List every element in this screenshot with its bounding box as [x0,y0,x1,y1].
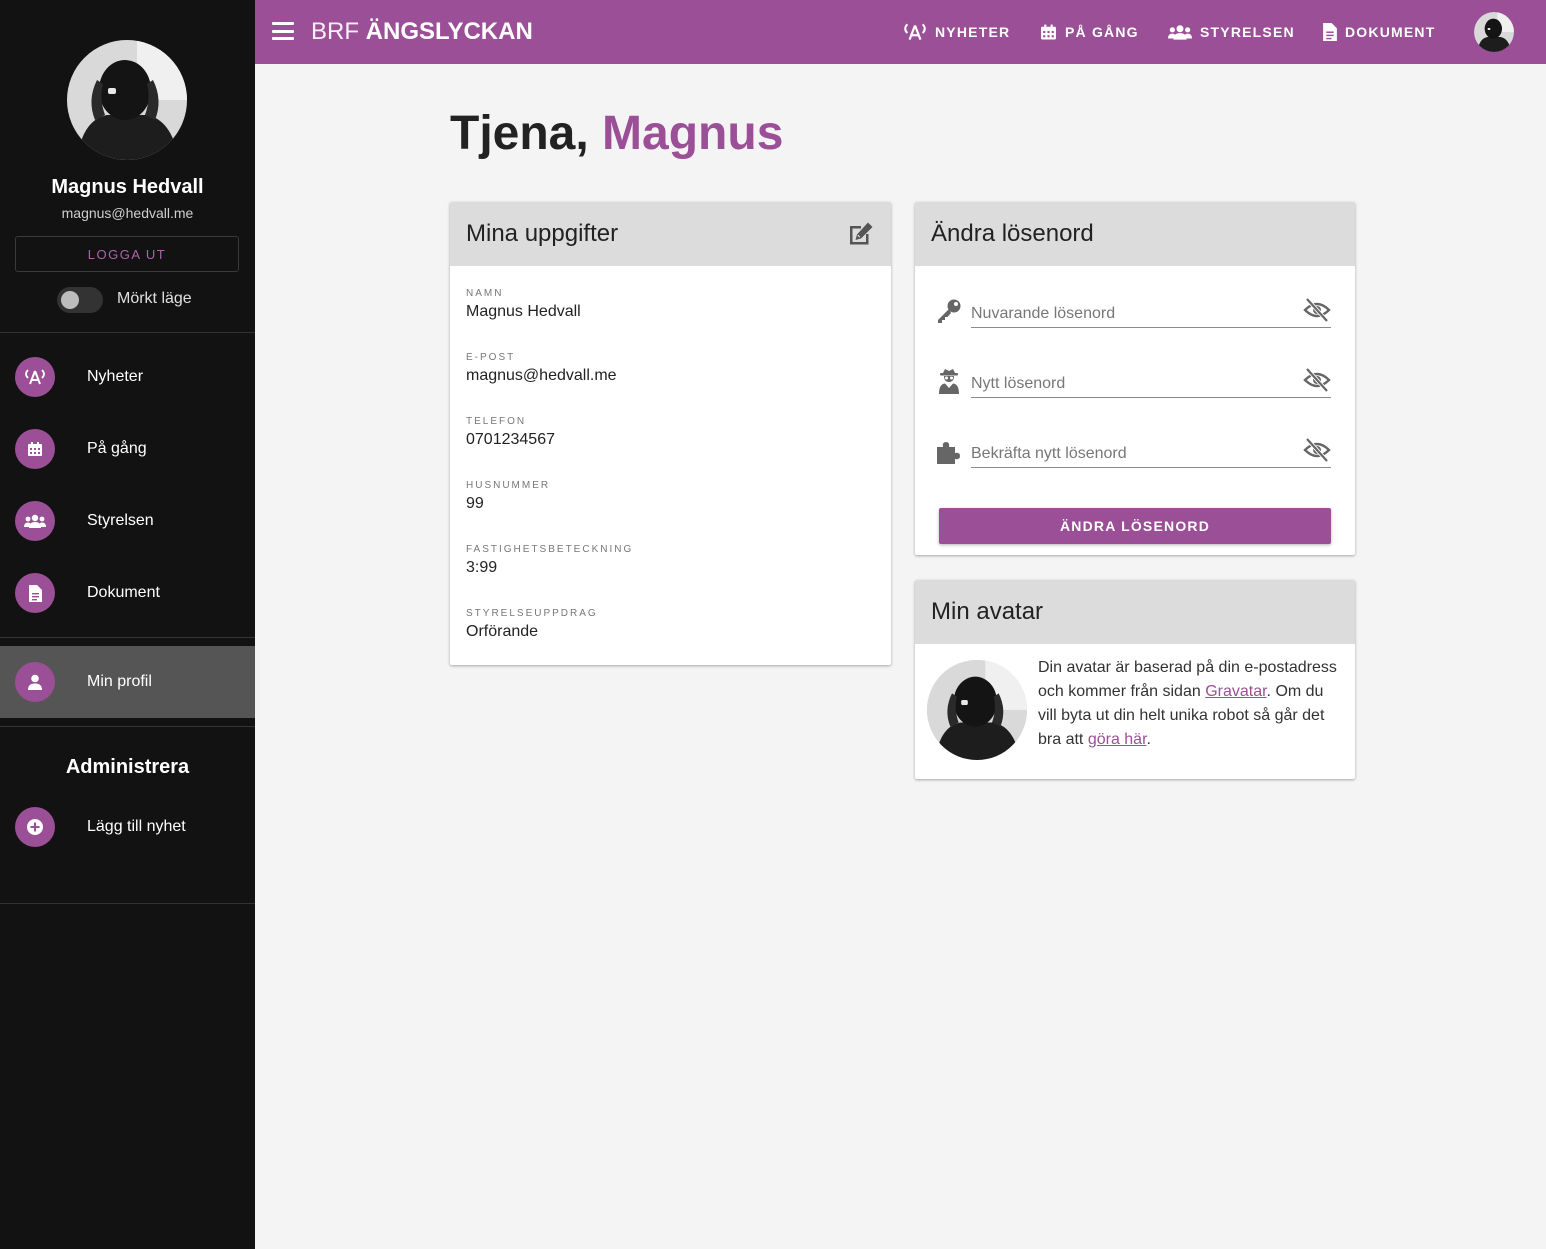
menu-icon[interactable] [272,22,294,40]
new-password-row [935,364,1331,404]
avatar-image [927,660,1027,760]
confirm-password-input[interactable] [971,434,1331,468]
avatar-text-3: . [1146,731,1151,748]
avatar-card: Min avatar Din avatar är baserad på din … [915,580,1355,779]
confirm-password-row [935,434,1331,474]
sidebar-user-name: Magnus Hedvall [51,176,204,198]
change-avatar-link[interactable]: göra här [1088,731,1147,748]
topnav-styrelsen[interactable]: STYRELSEN [1168,0,1295,64]
sidebar-profile: Magnus Hedvall magnus@hedvall.me LOGGA U… [0,0,255,333]
card-title: Ändra lösenord [931,220,1094,247]
sidebar-item-label: Lägg till nyhet [87,818,186,835]
field-board-role: STYRELSEUPPDRAG Orförande [466,608,598,641]
current-password-input[interactable] [971,294,1331,328]
details-card: Mina uppgifter NAMN Magnus Hedvall E-POS… [450,202,891,665]
sidebar-item-nyheter[interactable]: Nyheter [0,341,255,413]
field-property: FASTIGHETSBETECKNING 3:99 [466,544,633,577]
edit-icon[interactable] [847,221,875,247]
field-label: TELEFON [466,416,527,427]
card-title: Mina uppgifter [466,220,619,247]
dark-mode-toggle[interactable] [57,286,105,314]
sidebar-item-min-profil[interactable]: Min profil [0,646,255,718]
field-value: 3:99 [466,559,498,576]
current-password-row [935,294,1331,334]
eye-slash-icon[interactable] [1303,367,1331,393]
key-icon [938,299,961,323]
sidebar-item-label: Styrelsen [87,512,154,529]
sidebar-user-email: magnus@hedvall.me [61,205,194,221]
field-label: STYRELSEUPPDRAG [466,608,598,619]
sidebar-item-label: På gång [87,440,147,457]
field-name: NAMN Magnus Hedvall [466,288,581,321]
page-title: Tjena, Magnus [450,106,783,161]
field-value: 99 [466,495,484,512]
broadcast-icon [15,357,55,397]
user-secret-icon [939,369,959,394]
card-title: Min avatar [931,598,1044,625]
topnav-label: NYHETER [935,24,1011,40]
field-label: E-POST [466,352,516,363]
field-phone: TELEFON 0701234567 [466,416,555,449]
topnav-label: DOKUMENT [1345,24,1436,40]
puzzle-icon [937,442,960,464]
admin-section-title: Administrera [65,756,190,778]
sidebar-item-styrelsen[interactable]: Styrelsen [0,485,255,557]
eye-slash-icon[interactable] [1303,297,1331,323]
dark-mode-label: Mörkt läge [117,290,192,307]
sidebar-item-label: Nyheter [87,368,144,385]
field-value: Magnus Hedvall [466,303,581,320]
sidebar-divider [0,726,255,727]
gravatar-link[interactable]: Gravatar [1205,683,1266,700]
password-card: Ändra lösenord ÄNDRA LÖSENORD [915,202,1355,555]
logout-button[interactable]: LOGGA UT [15,236,239,272]
brand-logo[interactable]: BRF ÄNGSLYCKAN [311,18,533,46]
sidebar-avatar [67,40,187,160]
greeting-prefix: Tjena, [450,107,603,160]
calendar-icon [15,429,55,469]
topnav-label: PÅ GÅNG [1065,24,1139,40]
sidebar-item-lagg-till-nyhet[interactable]: Lägg till nyhet [0,791,255,863]
sidebar: Magnus Hedvall magnus@hedvall.me LOGGA U… [0,0,255,1249]
change-password-button[interactable]: ÄNDRA LÖSENORD [939,508,1331,544]
top-app-bar: BRF ÄNGSLYCKAN NYHETER PÅ GÅNG STYRELSEN… [255,0,1546,64]
field-label: FASTIGHETSBETECKNING [466,544,634,555]
new-password-input[interactable] [971,364,1331,398]
plus-circle-icon [15,807,55,847]
avatar-description: Din avatar är baserad på din e-postadres… [1038,656,1340,752]
field-value: magnus@hedvall.me [466,367,617,384]
eye-slash-icon[interactable] [1303,437,1331,463]
sidebar-item-label: Dokument [87,584,160,601]
top-avatar[interactable] [1474,12,1514,52]
users-icon [15,501,55,541]
field-label: NAMN [466,288,504,299]
calendar-icon [1041,24,1056,40]
sidebar-divider [0,903,255,904]
sidebar-item-label: Min profil [87,673,152,690]
user-icon [15,662,55,702]
field-house-number: HUSNUMMER 99 [466,480,550,513]
topnav-dokument[interactable]: DOKUMENT [1323,0,1435,64]
topnav-pa-gang[interactable]: PÅ GÅNG [1040,0,1139,64]
card-header: Min avatar [915,580,1355,644]
greeting-name: Magnus [602,107,784,160]
field-value: 0701234567 [466,431,555,448]
brand-name: ÄNGSLYCKAN [365,18,533,45]
broadcast-icon [904,23,926,41]
sidebar-item-dokument[interactable]: Dokument [0,557,255,629]
topnav-label: STYRELSEN [1200,24,1295,40]
field-value: Orförande [466,623,539,640]
card-header: Mina uppgifter [450,202,891,266]
sidebar-item-pa-gang[interactable]: På gång [0,413,255,485]
users-icon [1168,25,1192,40]
document-icon [15,573,55,613]
field-email: E-POST magnus@hedvall.me [466,352,617,385]
card-header: Ändra lösenord [915,202,1355,266]
brand-prefix: BRF [311,18,366,45]
document-icon [1323,23,1337,41]
sidebar-divider [0,637,255,638]
topnav-nyheter[interactable]: NYHETER [903,0,1010,64]
field-label: HUSNUMMER [466,480,551,491]
